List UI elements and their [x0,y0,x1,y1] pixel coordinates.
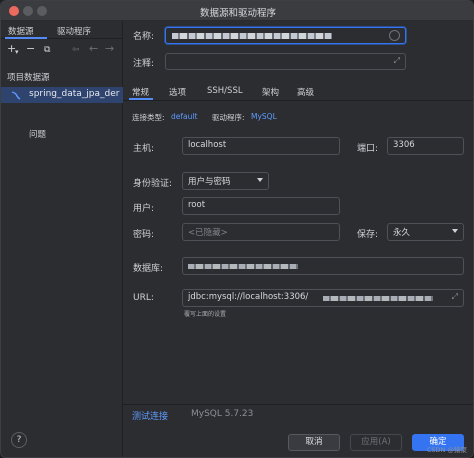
user-label: 用户: [133,204,155,214]
tab-active-indicator [129,98,153,100]
chevron-down-icon [452,229,458,233]
redacted-name [172,33,332,39]
title-bar: 数据源和驱动程序 [1,1,473,21]
comment-label: 注释: [133,59,155,69]
expand-icon[interactable]: ⤢ [452,292,458,302]
auth-label: 身份验证: [133,179,173,189]
color-picker-icon[interactable] [389,30,400,41]
tab-advanced[interactable]: 高级 [297,86,314,98]
url-label: URL: [133,293,154,303]
back-arrow-icon[interactable]: ← [89,43,98,55]
main-panel: 名称: 注释: ⤢ 常规 选项 SSH/SSL 架构 高级 连接类型: defa… [123,21,473,457]
host-label: 主机: [133,144,155,154]
left-panel: 数据源 驱动程序 + ▾ − ⧉ ⇦ ← → 项目数据源 spring_data… [1,21,123,457]
driver-link[interactable]: MySQL [251,112,277,121]
help-button[interactable]: ? [11,432,27,448]
apply-button[interactable]: 应用(A) [350,434,402,451]
remove-icon[interactable]: − [26,43,35,55]
user-input[interactable]: root [182,197,340,215]
tab-general[interactable]: 常规 [132,86,149,98]
window-title: 数据源和驱动程序 [199,8,276,19]
mysql-datasource-icon [11,91,21,100]
auth-select[interactable]: 用户与密码 [182,172,269,190]
save-label: 保存: [357,230,379,240]
host-value: localhost [188,140,227,150]
problems-item[interactable]: 问题 [29,128,46,140]
port-label: 端口: [357,144,379,154]
left-tabs: 数据源 驱动程序 [1,21,123,39]
expand-icon[interactable]: ⤢ [394,56,400,66]
cancel-button[interactable]: 取消 [288,434,340,451]
redacted-url-tail [323,296,433,301]
name-label: 名称: [133,32,155,42]
datasource-item[interactable]: spring_data_jpa_der [1,87,123,103]
datasource-name: spring_data_jpa_der [29,89,120,99]
tab-datasources[interactable]: 数据源 [8,25,34,37]
forward-arrow-icon[interactable]: → [105,43,114,55]
password-placeholder: <已隐藏> [188,228,228,238]
password-input[interactable]: <已隐藏> [182,223,340,241]
save-select[interactable]: 永久 [387,223,464,241]
user-value: root [188,200,206,210]
connection-type-label: 连接类型: [132,113,165,122]
password-label: 密码: [133,230,155,240]
settings-tabs: 常规 选项 SSH/SSL 架构 高级 [123,83,473,101]
chevron-down-icon [257,178,263,182]
dialog-window: 数据源和驱动程序 数据源 驱动程序 + ▾ − ⧉ ⇦ ← → 项目数据源 sp… [0,0,474,458]
connection-type-link[interactable]: default [171,112,197,121]
comment-input[interactable]: ⤢ [165,53,406,70]
host-input[interactable]: localhost [182,137,340,155]
test-connection-link[interactable]: 测试连接 [132,409,168,422]
url-hint: 覆写上面的设置 [184,311,227,318]
name-input[interactable] [165,27,406,44]
duplicate-icon[interactable]: ⧉ [44,44,50,56]
add-dropdown-icon[interactable]: ▾ [15,46,19,58]
revert-icon[interactable]: ⇦ [72,44,80,56]
port-input[interactable]: 3306 [387,137,464,155]
tab-ssh-ssl[interactable]: SSH/SSL [207,86,243,96]
port-value: 3306 [393,140,415,150]
tab-drivers[interactable]: 驱动程序 [57,25,91,37]
tab-options[interactable]: 选项 [169,86,186,98]
redacted-database [188,264,298,269]
left-toolbar: + ▾ − ⧉ ⇦ ← → [1,39,123,61]
project-datasources-heading: 项目数据源 [7,73,50,83]
database-label: 数据库: [133,264,164,274]
driver-label: 驱动程序: [212,113,245,122]
url-value: jdbc:mysql://localhost:3306/ [188,292,309,302]
auth-value: 用户与密码 [188,177,231,187]
save-value: 永久 [393,228,411,238]
database-input[interactable] [182,257,464,275]
server-version: MySQL 5.7.23 [191,409,254,419]
footer-divider [123,404,473,405]
watermark: CSDN @猿聚 [426,446,467,454]
url-input[interactable]: jdbc:mysql://localhost:3306/ ⤢ [182,289,464,307]
tab-schemas[interactable]: 架构 [262,86,279,98]
